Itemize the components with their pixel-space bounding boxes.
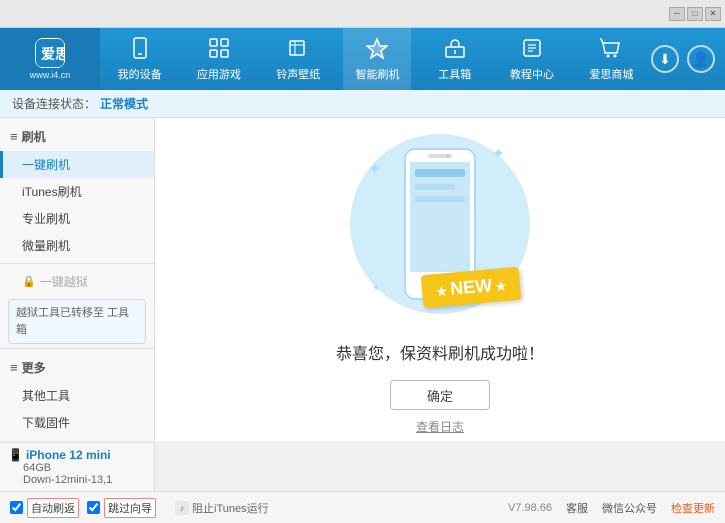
sidebar-disabled-jailbreak: 🔒 一键越狱 (0, 268, 154, 295)
sidebar-notice-jailbreak: 越狱工具已转移至 工具箱 (8, 299, 146, 344)
sidebar-item-pro-flash[interactable]: 专业刷机 (0, 205, 154, 232)
skip-wizard-label: 跳过向导 (104, 498, 156, 518)
mall-label: 爱思商城 (589, 66, 633, 82)
logo-icon: 爱思 (35, 38, 65, 68)
sparkle-1: ✦ (492, 144, 505, 164)
skip-wizard-checkbox-group[interactable]: 跳过向导 (87, 498, 156, 518)
logo-area: 爱思 www.i4.cn (0, 28, 100, 90)
maximize-button[interactable]: □ (687, 7, 703, 21)
device-info: 📱 iPhone 12 mini 64GB Down-12mini-13,1 (0, 442, 155, 491)
bottom-version: V7.98.66 (508, 502, 552, 514)
nav-item-my-device[interactable]: 我的设备 (106, 28, 174, 90)
auto-flash-checkbox-group[interactable]: 自动刷返 (10, 498, 79, 518)
tutorials-icon (521, 37, 543, 63)
apps-icon (208, 37, 230, 63)
nav-item-ringtones[interactable]: 铃声壁纸 (264, 28, 332, 90)
auto-flash-checkbox[interactable] (10, 501, 23, 514)
device-phone-icon: 📱 (8, 448, 23, 462)
update-link[interactable]: 检查更新 (671, 500, 715, 516)
bottom-left: 自动刷返 跳过向导 (10, 498, 165, 518)
device-name: 📱 iPhone 12 mini (8, 448, 146, 462)
my-device-label: 我的设备 (118, 66, 162, 82)
sidebar-item-advanced[interactable]: 高级功能 (0, 436, 154, 441)
itunes-status-text: 阻止iTunes运行 (192, 500, 269, 516)
nav-item-toolbox[interactable]: 工具箱 (423, 28, 487, 90)
jailbreak-label: 一键越狱 (40, 273, 88, 290)
nav-item-mall[interactable]: 爱思商城 (577, 28, 645, 90)
auto-flash-label: 自动刷返 (27, 498, 79, 518)
sidebar: ≡ 刷机 一键刷机 iTunes刷机 专业刷机 微量刷机 🔒 一键越狱 越狱工具… (0, 118, 155, 441)
sidebar-item-download-fw[interactable]: 下载固件 (0, 409, 154, 436)
more-section-icon: ≡ (10, 360, 18, 375)
ringtones-icon (287, 37, 309, 63)
nav-item-apps[interactable]: 应用游戏 (185, 28, 253, 90)
bottom-right: V7.98.66 客服 微信公众号 检查更新 (508, 500, 715, 516)
itunes-icon: ♪ (175, 501, 189, 515)
flash-section-label: 刷机 (22, 128, 46, 145)
skip-wizard-checkbox[interactable] (87, 501, 100, 514)
support-link[interactable]: 客服 (566, 500, 588, 516)
sidebar-item-micro-flash[interactable]: 微量刷机 (0, 232, 154, 259)
top-nav: 爱思 www.i4.cn 我的设备 应用 (0, 28, 725, 90)
sidebar-item-one-click-flash[interactable]: 一键刷机 (0, 151, 154, 178)
tutorials-label: 教程中心 (510, 66, 554, 82)
new-badge: NEW (421, 267, 522, 308)
svg-text:爱思: 爱思 (41, 46, 64, 62)
nav-right: ⬇ 👤 (651, 45, 725, 73)
sidebar-section-flash: ≡ 刷机 (0, 122, 154, 151)
sidebar-item-other-tools[interactable]: 其他工具 (0, 382, 154, 409)
smart-flash-icon (366, 37, 388, 63)
status-bar: 设备连接状态： 正常模式 (0, 90, 725, 118)
status-label: 设备连接状态： (12, 95, 96, 112)
status-value: 正常模式 (100, 95, 148, 112)
sidebar-divider-1 (0, 263, 154, 264)
my-device-icon (129, 37, 151, 63)
download-button[interactable]: ⬇ (651, 45, 679, 73)
nav-item-tutorials[interactable]: 教程中心 (498, 28, 566, 90)
mall-icon (600, 37, 622, 63)
success-text: 恭喜您，保资料刷机成功啦！ (336, 340, 544, 364)
bottom-bar: 自动刷返 跳过向导 ♪ 阻止iTunes运行 V7.98.66 客服 微信公众号… (0, 491, 725, 523)
wechat-link[interactable]: 微信公众号 (602, 500, 657, 516)
toolbox-icon (444, 37, 466, 63)
apps-label: 应用游戏 (197, 66, 241, 82)
user-button[interactable]: 👤 (687, 45, 715, 73)
flash-section-icon: ≡ (10, 129, 18, 144)
sidebar-item-itunes-flash[interactable]: iTunes刷机 (0, 178, 154, 205)
device-storage: 64GB (8, 462, 146, 474)
nav-item-smart-flash[interactable]: 智能刷机 (343, 28, 411, 90)
nav-items: 我的设备 应用游戏 铃声壁纸 (100, 28, 651, 90)
sidebar-section-more: ≡ 更多 (0, 353, 154, 382)
ringtones-label: 铃声壁纸 (276, 66, 320, 82)
more-section-label: 更多 (22, 359, 46, 376)
close-button[interactable]: ✕ (705, 7, 721, 21)
minimize-button[interactable]: ─ (669, 7, 685, 21)
logo-text: www.i4.cn (30, 70, 71, 80)
window-controls[interactable]: ─ □ ✕ (669, 7, 721, 21)
sidebar-divider-2 (0, 348, 154, 349)
sparkle-3: ✦ (372, 283, 380, 294)
title-bar: ─ □ ✕ (0, 0, 725, 28)
smart-flash-label: 智能刷机 (355, 66, 399, 82)
toolbox-label: 工具箱 (438, 66, 471, 82)
phone-illustration: ✦ ✦ ✦ NEW (340, 124, 540, 324)
content-area: ✦ ✦ ✦ NEW 恭喜您，保资料刷机成功啦！ 确定 查看日志 (155, 118, 725, 441)
itunes-status: ♪ 阻止iTunes运行 (165, 500, 269, 516)
restore-link[interactable]: 查看日志 (416, 418, 464, 435)
confirm-button[interactable]: 确定 (390, 380, 490, 410)
device-version: Down-12mini-13,1 (8, 474, 146, 486)
sparkle-2: ✦ (368, 159, 381, 179)
